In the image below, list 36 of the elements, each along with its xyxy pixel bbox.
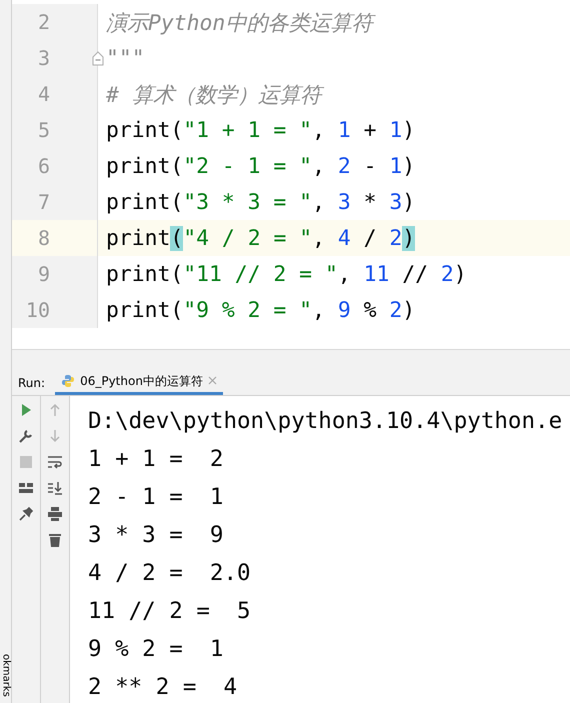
scroll-to-end-icon[interactable] <box>47 480 63 496</box>
code-line: print("3 * 3 = ", 3 * 3) <box>105 190 416 214</box>
line-number: 7 <box>36 190 50 214</box>
output-line: 2 - 1 = 1 <box>88 483 224 512</box>
output-line: 4 / 2 = 2.0 <box>88 559 251 588</box>
output-line: 9 % 2 = 1 <box>88 635 224 664</box>
output-line: 2 ** 2 = 4 <box>88 673 238 702</box>
line-number: 3 <box>36 46 50 70</box>
run-label: Run: <box>17 374 46 392</box>
print-icon[interactable] <box>47 506 63 522</box>
trash-icon[interactable] <box>47 532 63 548</box>
wrench-icon[interactable] <box>18 428 34 444</box>
python-icon <box>61 374 76 388</box>
output-line: 1 + 1 = 2 <box>88 445 224 474</box>
line-number: 5 <box>36 118 50 142</box>
fold-icon[interactable] <box>92 50 104 66</box>
run-tab[interactable]: 06_Python中的运算符 <box>55 370 223 395</box>
tool-window-tab[interactable]: okmarks <box>0 654 12 697</box>
code-line: print("4 / 2 = ", 4 / 2) <box>105 226 416 250</box>
output-line: 11 // 2 = 5 <box>88 597 251 626</box>
layout-icon[interactable] <box>18 480 34 496</box>
output-line: D:\dev\python\python3.10.4\python.e <box>88 407 562 436</box>
code-line: print("1 + 1 = ", 1 + 1) <box>105 118 416 142</box>
line-number: 8 <box>36 226 50 250</box>
soft-wrap-icon[interactable] <box>47 454 63 470</box>
code-line: print("2 - 1 = ", 2 - 1) <box>105 154 416 178</box>
code-line: print("9 % 2 = ", 9 % 2) <box>105 298 416 322</box>
output-line: 3 * 3 = 9 <box>88 521 224 550</box>
line-number: 6 <box>36 154 50 178</box>
code-line: print("11 // 2 = ", 11 // 2) <box>105 262 467 286</box>
pin-icon[interactable] <box>18 506 34 522</box>
code-line: """ <box>105 46 145 70</box>
line-number: 2 <box>36 10 50 34</box>
line-number: 10 <box>24 298 50 322</box>
line-number: 9 <box>36 262 50 286</box>
line-number: 4 <box>36 82 50 106</box>
